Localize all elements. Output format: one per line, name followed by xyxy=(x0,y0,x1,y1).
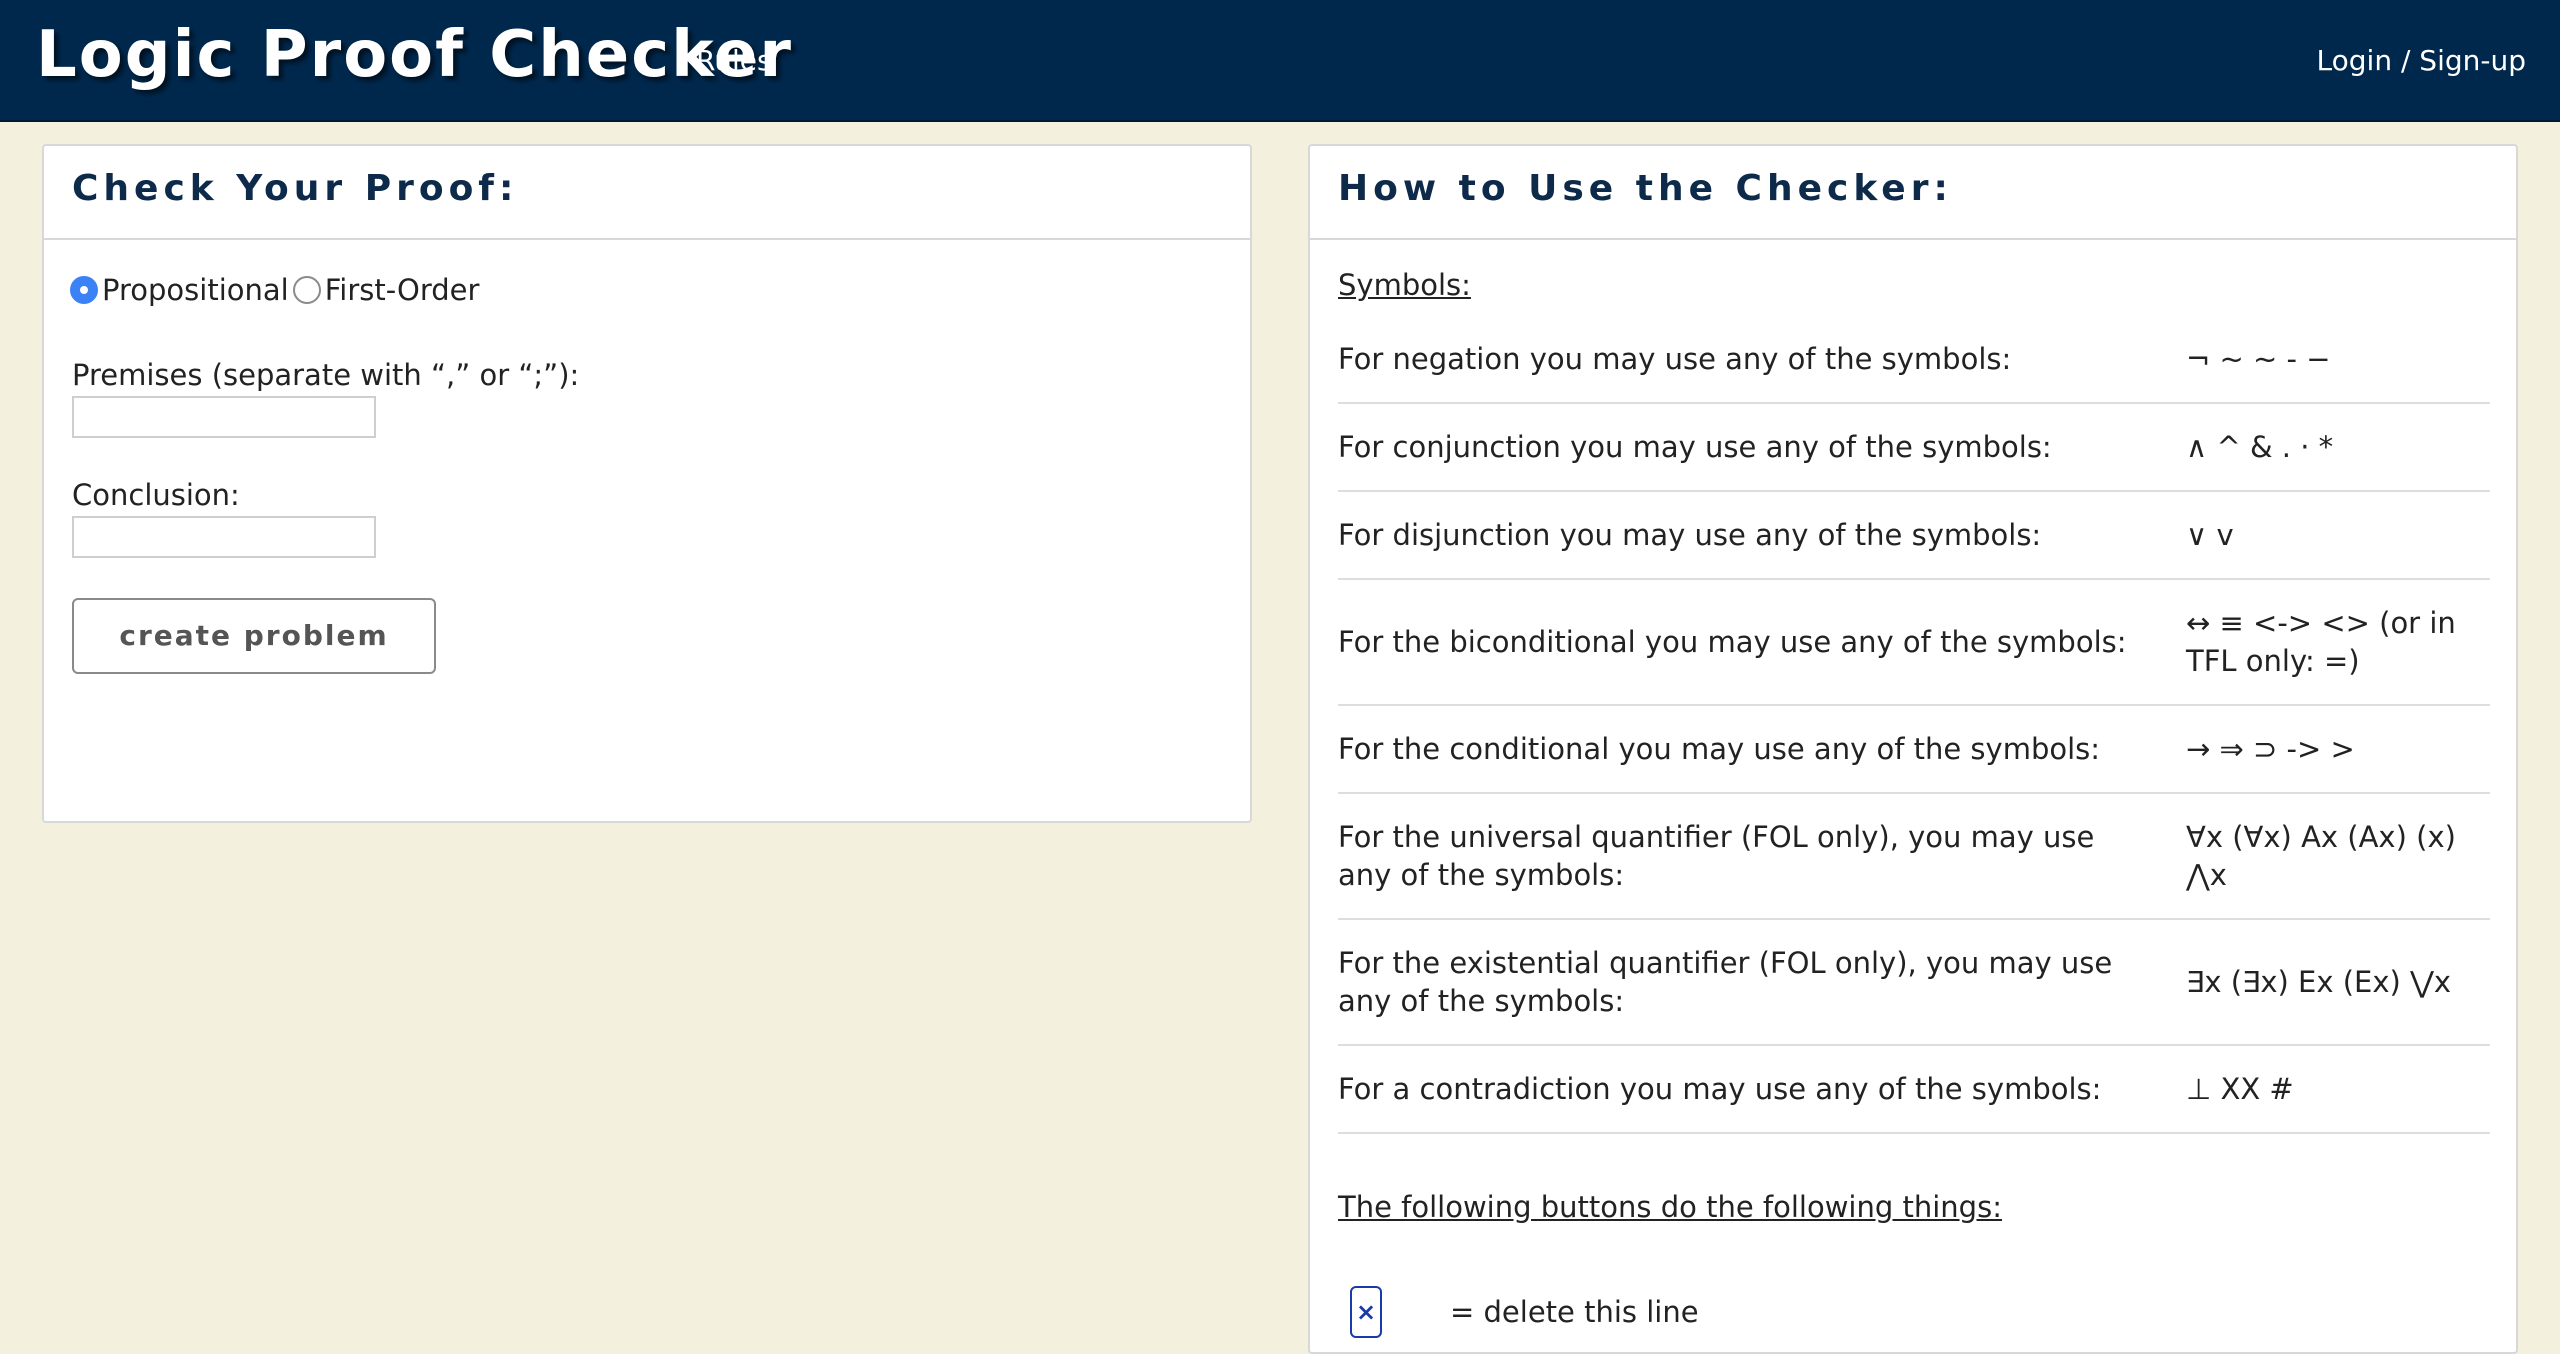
top-navbar: Logic Proof Checker Rules Login / Sign-u… xyxy=(0,0,2560,122)
check-proof-panel: Check Your Proof: Propositional First-Or… xyxy=(42,144,1252,823)
radio-propositional[interactable] xyxy=(70,276,98,304)
symbol-values: ⊥ XX # xyxy=(2186,1072,2294,1106)
symbol-description: For the existential quantifier (FOL only… xyxy=(1338,946,2113,1018)
radio-first-order[interactable] xyxy=(292,276,321,304)
logic-type-radio-group: Propositional First-Order xyxy=(70,270,483,310)
symbol-values: ∀x (∀x) Ax (Ax) (x) ⋀x xyxy=(2186,820,2456,892)
symbol-values: ↔ ≡ <-> <> (or in TFL only: =) xyxy=(2186,606,2456,678)
conclusion-input[interactable] xyxy=(72,516,376,558)
how-to-use-panel: How to Use the Checker: Symbols: For neg… xyxy=(1308,144,2518,1354)
symbol-description: For a contradiction you may use any of t… xyxy=(1338,1072,2102,1106)
symbol-values: ¬ ~ ∼ - − xyxy=(2186,342,2331,376)
panel-header: Check Your Proof: xyxy=(44,146,1250,240)
symbol-values: ∧ ^ & . · * xyxy=(2186,430,2334,464)
symbol-values: ∨ v xyxy=(2186,518,2234,552)
symbol-row-existential-quantifier: For the existential quantifier (FOL only… xyxy=(1338,920,2490,1046)
premises-input[interactable] xyxy=(72,396,376,438)
site-brand[interactable]: Logic Proof Checker xyxy=(36,18,793,92)
nav-link-login-signup[interactable]: Login / Sign-up xyxy=(2317,44,2526,77)
symbol-description: For the universal quantifier (FOL only),… xyxy=(1338,820,2095,892)
conclusion-label: Conclusion: xyxy=(72,478,240,512)
symbol-row-contradiction: For a contradiction you may use any of t… xyxy=(1338,1046,2490,1134)
symbol-row-disjunction: For disjunction you may use any of the s… xyxy=(1338,492,2490,580)
symbol-description: For conjunction you may use any of the s… xyxy=(1338,430,2052,464)
symbol-row-biconditional: For the biconditional you may use any of… xyxy=(1338,580,2490,706)
symbol-description: For the conditional you may use any of t… xyxy=(1338,732,2101,766)
delete-line-button[interactable]: × xyxy=(1350,1286,1382,1338)
symbol-row-conjunction: For conjunction you may use any of the s… xyxy=(1338,404,2490,492)
delete-line-description: = delete this line xyxy=(1450,1295,1699,1329)
symbols-heading: Symbols: xyxy=(1338,268,1471,302)
symbols-table: For negation you may use any of the symb… xyxy=(1338,316,2490,1134)
create-problem-button[interactable]: create problem xyxy=(72,598,436,674)
symbol-row-negation: For negation you may use any of the symb… xyxy=(1338,316,2490,404)
symbol-row-conditional: For the conditional you may use any of t… xyxy=(1338,706,2490,794)
panel-title: Check Your Proof: xyxy=(72,168,519,209)
symbol-values: → ⇒ ⊃ -> > xyxy=(2186,732,2355,766)
symbol-description: For disjunction you may use any of the s… xyxy=(1338,518,2042,552)
symbol-description: For the biconditional you may use any of… xyxy=(1338,625,2127,659)
symbol-values: ∃x (∃x) Ex (Ex) ⋁x xyxy=(2186,965,2452,999)
symbol-row-universal-quantifier: For the universal quantifier (FOL only),… xyxy=(1338,794,2490,920)
panel-title: How to Use the Checker: xyxy=(1338,168,1953,209)
radio-first-order-label[interactable]: First-Order xyxy=(325,273,480,307)
radio-propositional-label[interactable]: Propositional xyxy=(102,273,289,307)
nav-link-rules[interactable]: Rules xyxy=(696,44,772,77)
delete-line-legend: × = delete this line xyxy=(1350,1286,1699,1338)
symbol-description: For negation you may use any of the symb… xyxy=(1338,342,2012,376)
buttons-heading: The following buttons do the following t… xyxy=(1338,1190,2002,1224)
premises-label: Premises (separate with “,” or “;”): xyxy=(72,358,580,392)
panel-header: How to Use the Checker: xyxy=(1310,146,2516,240)
